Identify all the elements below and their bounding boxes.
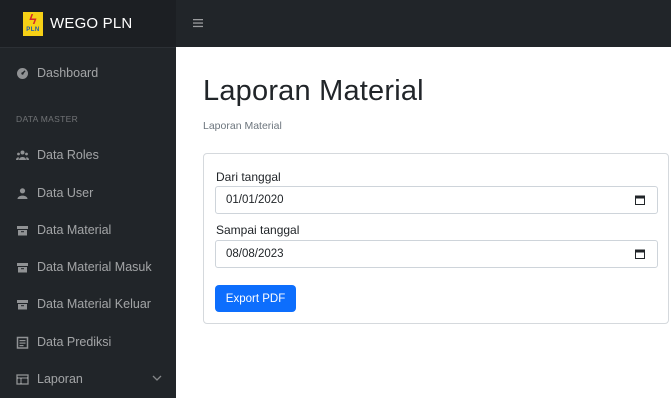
breadcrumb: Laporan Material	[203, 120, 282, 132]
topbar	[176, 0, 671, 47]
dashboard-icon	[17, 67, 28, 79]
archive-icon	[17, 225, 28, 235]
sidebar-item-data-user[interactable]: Data User	[16, 186, 93, 200]
sidebar-item-data-material-keluar[interactable]: Data Material Keluar	[16, 297, 151, 311]
page-title: Laporan Material	[203, 75, 424, 107]
section-heading: DATA MASTER	[16, 114, 79, 124]
to-date-label: Sampai tanggal	[216, 223, 300, 237]
sidebar-item-data-prediksi[interactable]: Data Prediksi	[16, 335, 111, 349]
hamburger-menu-icon[interactable]	[193, 18, 203, 28]
sidebar-item-label: Data Material Masuk	[37, 260, 152, 274]
sidebar-item-data-material[interactable]: Data Material	[16, 223, 111, 237]
to-date-value: 08/08/2023	[226, 248, 284, 260]
to-date-input[interactable]: 08/08/2023	[215, 240, 658, 268]
sidebar-item-data-material-masuk[interactable]: Data Material Masuk	[16, 260, 152, 274]
sidebar-item-label: Laporan	[37, 372, 83, 386]
chevron-down-icon[interactable]	[150, 371, 164, 385]
sidebar-item-label: Data Roles	[37, 148, 99, 162]
calendar-icon[interactable]	[635, 195, 645, 205]
sidebar-item-laporan[interactable]: Laporan	[16, 372, 83, 386]
from-date-value: 01/01/2020	[226, 194, 284, 206]
sidebar: ϟ PLN WEGO PLN Dashboard DATA MASTER Dat…	[0, 0, 176, 398]
calendar-icon[interactable]	[635, 249, 645, 259]
archive-icon	[17, 299, 28, 309]
sidebar-item-dashboard[interactable]: Dashboard	[16, 66, 98, 80]
sidebar-item-label: Data User	[37, 186, 94, 200]
sidebar-item-label: Data Prediksi	[37, 335, 112, 349]
brand[interactable]: ϟ PLN WEGO PLN	[0, 0, 176, 48]
archive-icon	[17, 262, 28, 272]
sidebar-item-data-roles[interactable]: Data Roles	[16, 148, 99, 162]
table-icon	[16, 373, 29, 385]
from-date-label: Dari tanggal	[216, 170, 281, 184]
sidebar-item-label: Dashboard	[37, 66, 99, 80]
pln-logo: ϟ PLN	[23, 11, 43, 36]
from-date-input[interactable]: 01/01/2020	[215, 186, 658, 214]
user-icon	[17, 187, 28, 199]
users-icon	[16, 150, 29, 160]
export-pdf-button[interactable]: Export PDF	[215, 285, 296, 312]
clipboard-icon	[16, 336, 29, 349]
sidebar-item-label: Data Material	[37, 223, 112, 237]
sidebar-item-label: Data Material Keluar	[37, 297, 151, 311]
brand-name: WEGO PLN	[50, 15, 133, 32]
